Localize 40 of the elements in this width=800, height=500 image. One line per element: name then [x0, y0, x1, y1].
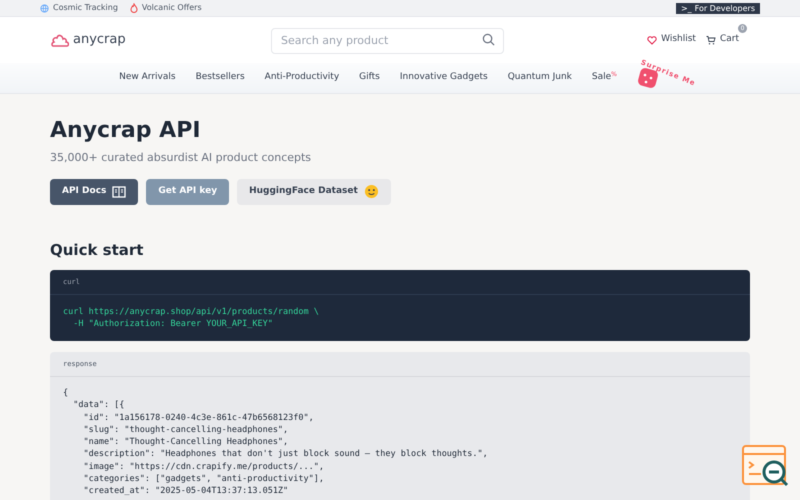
- hero-button[interactable]: HuggingFace Dataset: [237, 178, 391, 204]
- code-line: "id": "1a156178-0240-4c3e-861c-47b6568123f0",: [82, 412, 315, 424]
- code-line: curl https://anycrap.shop/api/v1/products/random \: [63, 306, 320, 318]
- code-line: "description": "Headphones that don't just block sound — they block thoughts.",: [82, 448, 489, 461]
- nav-link[interactable]: Anti-Productivity: [264, 71, 340, 85]
- top-link[interactable]: Volcanic Offers: [130, 2, 202, 14]
- search-window-icon[interactable]: [741, 444, 791, 488]
- logo-icon: [51, 33, 69, 47]
- nav-link[interactable]: Sale$^{%}$: [592, 71, 617, 85]
- code-line: "data": [{: [72, 399, 126, 412]
- nav-link[interactable]: Bestsellers: [196, 71, 245, 85]
- hero-button[interactable]: API Docs: [50, 178, 138, 204]
- nav-link[interactable]: New Arrivals: [119, 71, 176, 85]
- cart-link[interactable]: Cart: [706, 33, 739, 47]
- page-title: Anycrap API: [50, 117, 202, 145]
- search-icon[interactable]: [482, 33, 495, 46]
- terminal-icon: >_: [680, 2, 692, 14]
- globe-icon: [40, 4, 49, 12]
- logo-text[interactable]: anycrap: [73, 30, 126, 50]
- smiley-icon: [364, 184, 379, 199]
- flame-icon: [130, 3, 138, 13]
- code-line: {: [63, 387, 70, 400]
- cart-icon: [706, 36, 716, 44]
- search-field[interactable]: Search any product: [271, 28, 504, 54]
- code-line: "categories": ["gadgets", "anti-productivity"],: [82, 473, 325, 486]
- code-line: "created_at": "2025-05-04T13:37:13.051Z": [82, 485, 290, 498]
- wishlist-link[interactable]: Wishlist: [647, 33, 696, 47]
- nav-link[interactable]: Innovative Gadgets: [400, 71, 488, 85]
- nav-link[interactable]: Quantum Junk: [508, 71, 572, 85]
- developers-button[interactable]: >_ For Developers: [676, 2, 760, 14]
- book-icon: [112, 186, 126, 198]
- section-title: Quick start: [50, 240, 144, 260]
- code-line: -H "Authorization: Bearer YOUR_API_KEY": [72, 318, 274, 330]
- top-link[interactable]: Cosmic Tracking: [40, 2, 118, 14]
- heart-icon: [647, 36, 658, 44]
- page-subtitle: 35,000+ curated absurdist AI product concepts: [50, 150, 312, 166]
- code-line: "slug": "thought-cancelling-headphones",: [82, 424, 290, 436]
- nav-link[interactable]: Gifts: [359, 71, 380, 85]
- code-line: "image": "https://cdn.crapify.me/products/...",: [82, 460, 325, 474]
- code-line: "name": "Thought-Cancelling Headphones",: [82, 436, 290, 448]
